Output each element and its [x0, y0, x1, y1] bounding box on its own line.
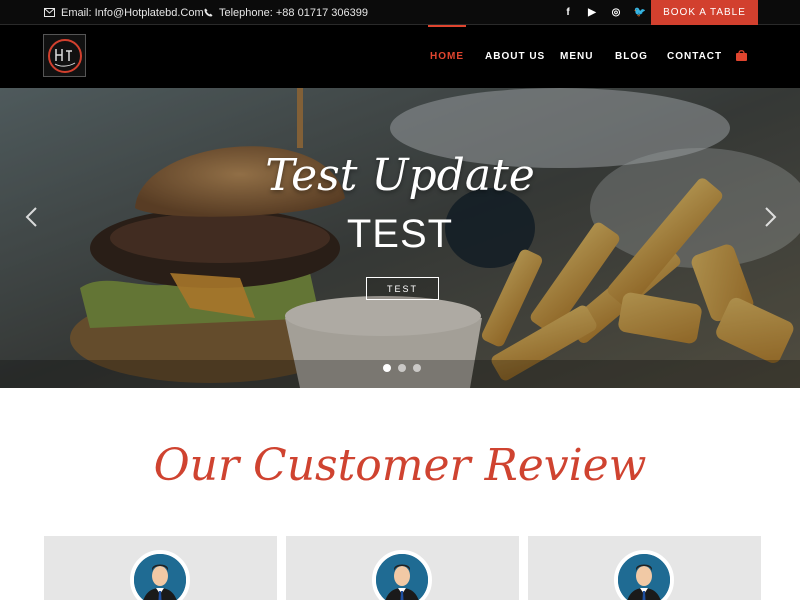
facebook-icon[interactable]: f [556, 7, 580, 18]
twitter-icon[interactable]: 🐦 [628, 7, 652, 18]
avatar [614, 550, 674, 600]
contact-telephone[interactable]: Telephone: +88 01717 306399 [204, 0, 368, 25]
nav-about-us[interactable]: ABOUT US [485, 25, 545, 88]
chevron-left-icon [25, 207, 37, 227]
shopping-bag-icon [736, 50, 747, 61]
contact-email[interactable]: Email: Info@Hotplatebd.Com [44, 0, 204, 25]
nav-home[interactable]: HOME [428, 25, 466, 88]
telephone-text: Telephone: +88 01717 306399 [219, 6, 368, 19]
envelope-icon [44, 8, 55, 17]
hero-cta-button[interactable]: TEST [366, 277, 439, 300]
nav-blog[interactable]: BLOG [615, 25, 648, 88]
site-logo[interactable] [43, 34, 86, 77]
book-a-table-button[interactable]: BOOK A TABLE [651, 0, 758, 25]
avatar [372, 550, 432, 600]
youtube-icon[interactable]: ▶ [580, 7, 604, 18]
slider-dot-3[interactable] [413, 364, 421, 372]
logo-emblem-icon [47, 38, 82, 73]
instagram-icon[interactable]: ◎ [604, 7, 628, 18]
slider-dot-1[interactable] [383, 364, 391, 372]
nav-menu[interactable]: MENU [560, 25, 593, 88]
hero-subtitle: TEST [346, 212, 454, 256]
user-avatar-icon [376, 554, 428, 600]
review-card [528, 536, 761, 600]
email-text: Email: Info@Hotplatebd.Com [61, 6, 204, 19]
review-card [44, 536, 277, 600]
phone-icon [204, 8, 213, 17]
user-avatar-icon [618, 554, 670, 600]
user-avatar-icon [134, 554, 186, 600]
social-links: f ▶ ◎ 🐦 [556, 0, 652, 25]
slider-next-arrow[interactable] [764, 206, 778, 234]
main-header: HOME ABOUT US MENU BLOG CONTACT [0, 25, 800, 88]
cart-button[interactable] [735, 49, 748, 67]
review-card [286, 536, 519, 600]
top-bar: Email: Info@Hotplatebd.Com Telephone: +8… [0, 0, 800, 25]
slider-dot-2[interactable] [398, 364, 406, 372]
hero-title: Test Update [265, 150, 535, 201]
slider-prev-arrow[interactable] [24, 206, 38, 234]
slider-dots [383, 364, 421, 372]
review-section-title: Our Customer Review [153, 440, 647, 491]
chevron-right-icon [765, 207, 777, 227]
hero-slider: Test Update TEST TEST [0, 88, 800, 388]
avatar [130, 550, 190, 600]
nav-contact[interactable]: CONTACT [667, 25, 722, 88]
